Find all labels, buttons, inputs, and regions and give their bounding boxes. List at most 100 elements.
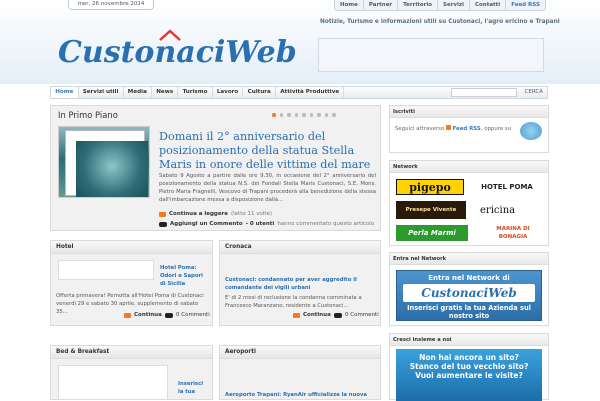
top-nav-servizi[interactable]: Servizi — [438, 0, 470, 10]
comment-suffix: hanno commentato questo articolo — [277, 221, 375, 227]
slide-dot[interactable] — [302, 113, 306, 117]
continue-label: Continua a leggere — [169, 211, 228, 217]
main-navigation: Home Servizi utili Media News Turismo La… — [50, 86, 548, 99]
statue-photo — [65, 130, 148, 197]
cronaca-continue-link[interactable]: Continua — [293, 312, 331, 318]
iscriviti-box: Iscriviti Seguici attraverso Feed RSS, o… — [389, 105, 549, 153]
hotel-comments-link[interactable]: 0 Commenti — [165, 312, 210, 318]
comment-count: - 0 utenti — [245, 221, 275, 227]
current-date: mer, 26 novembre 2014 — [68, 0, 154, 10]
hotel-article-link[interactable]: Hotel Poma: Odori e Sapori di Sicilia — [160, 264, 210, 288]
nav-media[interactable]: Media — [124, 87, 153, 98]
bb-article-link[interactable]: Inserisci la tua — [178, 380, 210, 396]
article-headline[interactable]: Domani il 2° anniversario del posizionam… — [159, 130, 374, 172]
hotel-title: Hotel — [51, 241, 212, 254]
cresci-line-2: Stanco del tuo vecchio sito? — [409, 362, 529, 371]
top-nav-home[interactable]: Home — [335, 0, 364, 10]
top-nav-feed-rss[interactable]: Feed RSS — [506, 0, 545, 10]
underwater-image — [76, 141, 148, 197]
top-navigation: Home Partner Territorio Servizi Contatti… — [334, 0, 546, 11]
nav-lavoro[interactable]: Lavoro — [213, 87, 244, 98]
site-logo[interactable]: CustonaciWeb — [58, 26, 298, 70]
nav-cultura[interactable]: Cultura — [243, 87, 277, 98]
hotel-continue-label: Continua — [134, 312, 162, 318]
nav-news[interactable]: News — [152, 87, 179, 98]
nav-home[interactable]: Home — [51, 87, 79, 98]
slide-dot[interactable] — [332, 113, 336, 117]
arrow-icon — [293, 312, 300, 318]
partner-hotel-poma[interactable]: HOTEL POMA — [470, 179, 544, 195]
join-line-1: Entra nel Network di — [428, 274, 510, 282]
read-count: (letto 11 volte) — [231, 211, 273, 217]
cronaca-comments-link[interactable]: 0 Commenti — [334, 312, 379, 318]
iscriviti-after: , oppure su — [480, 126, 512, 132]
join-network-banner[interactable]: Entra nel Network di CustonaciWeb Inseri… — [396, 270, 542, 321]
site-tagline: Notizie, Turismo e informazioni utili su… — [320, 19, 560, 25]
slider-pagination — [272, 113, 336, 117]
entra-network-box: Entra nel Network Entra nel Network di C… — [389, 252, 549, 326]
logo-text: CustonaciWeb — [58, 35, 297, 70]
search-button[interactable]: CERCA — [525, 87, 543, 98]
slide-dot[interactable] — [294, 113, 298, 117]
slide-dot[interactable] — [279, 113, 283, 117]
continue-reading-link[interactable]: Continua a leggere (letto 11 volte) — [159, 211, 272, 217]
social-bird-icon[interactable] — [520, 122, 542, 140]
article-thumbnail[interactable] — [58, 126, 150, 198]
partner-ericina[interactable]: ericina — [480, 203, 544, 219]
cronaca-continue-label: Continua — [303, 312, 331, 318]
slide-dot[interactable] — [317, 113, 321, 117]
iscriviti-title: Iscriviti — [390, 106, 548, 118]
comment-icon — [334, 312, 342, 318]
comment-icon — [165, 312, 173, 318]
site-header: mer, 26 novembre 2014 Home Partner Terri… — [0, 0, 600, 84]
primo-piano-title: In Primo Piano — [58, 110, 118, 120]
slide-dot[interactable] — [287, 113, 291, 117]
join-logo: CustonaciWeb — [403, 284, 535, 302]
entra-title: Entra nel Network — [390, 253, 548, 265]
slide-dot[interactable] — [324, 113, 328, 117]
aero-title: Aeroporti — [220, 346, 380, 359]
join-line-2: Inserisci gratis la tua Azienda sul nost… — [407, 304, 531, 320]
iscriviti-before: Seguici attraverso — [395, 126, 445, 132]
arrow-icon — [159, 211, 166, 217]
cresci-box: Cresci insieme a noi Non hai ancora un s… — [389, 333, 549, 401]
add-comment-link[interactable]: Aggiungi un Commento - 0 utenti hanno co… — [159, 221, 374, 227]
arrow-icon — [124, 312, 131, 318]
cronaca-article-link[interactable]: Custonaci: condannato per aver aggredito… — [225, 276, 375, 292]
header-banner — [318, 38, 544, 72]
comment-icon — [159, 221, 167, 227]
partner-pigepo[interactable]: pigepo — [396, 179, 464, 195]
slide-dot[interactable] — [309, 113, 313, 117]
cresci-line-1: Non hai ancora un sito? — [419, 353, 519, 362]
feed-rss-link[interactable]: Feed RSS — [453, 126, 481, 132]
hotel-thumbnail[interactable] — [58, 260, 154, 280]
partner-marina-di-bonagia[interactable]: MARINA DI BONAGIA — [482, 225, 544, 243]
bb-title: Bed & Breakfast — [51, 346, 212, 359]
search-input[interactable] — [451, 88, 517, 97]
network-box: Network pigepo HOTEL POMA Presepe Vivent… — [389, 160, 549, 246]
hotel-comments: 0 Commenti — [176, 312, 210, 318]
hotel-continue-link[interactable]: Continua — [124, 312, 162, 318]
nav-servizi-utili[interactable]: Servizi utili — [79, 87, 124, 98]
cresci-line-3: Vuoi aumentare le visite? — [415, 371, 523, 380]
article-excerpt: Sabato 9 Agosto a partire dalle ore 9.30… — [159, 173, 376, 203]
cresci-title: Cresci insieme a noi — [390, 334, 548, 346]
partner-presepe-vivente[interactable]: Presepe Vivente — [396, 201, 466, 219]
cresci-banner[interactable]: Non hai ancora un sito? Stanco del tuo v… — [396, 349, 542, 401]
cronaca-excerpt: E' di 2 mesi di reclusione la condanna c… — [225, 295, 362, 309]
nav-attivita-produttive[interactable]: Attività Produttive — [276, 87, 345, 98]
cronaca-title: Cronaca — [220, 241, 380, 254]
iscriviti-text: Seguici attraverso Feed RSS, oppure su — [395, 125, 511, 132]
top-nav-partner[interactable]: Partner — [364, 0, 399, 10]
top-nav-contatti[interactable]: Contatti — [470, 0, 507, 10]
network-title: Network — [390, 161, 548, 173]
top-nav-territorio[interactable]: Territorio — [398, 0, 438, 10]
nav-turismo[interactable]: Turismo — [178, 87, 213, 98]
slide-dot[interactable] — [272, 113, 276, 117]
partner-perla-marmi[interactable]: Perla Marmi — [396, 225, 468, 241]
comment-label: Aggiungi un Commento — [170, 221, 243, 227]
aero-article-link[interactable]: Aeroporto Trapani: RyanAir ufficializza … — [225, 391, 385, 399]
cronaca-comments: 0 Commenti — [345, 312, 379, 318]
rss-icon — [445, 125, 451, 130]
bb-thumbnail[interactable] — [58, 365, 168, 400]
